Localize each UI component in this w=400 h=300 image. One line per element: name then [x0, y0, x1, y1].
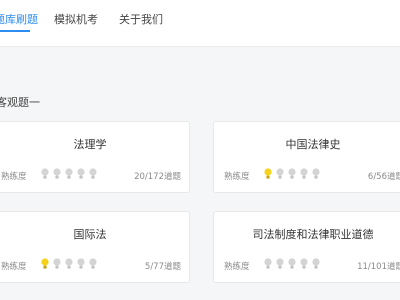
proficiency-label: 熟练度	[1, 262, 27, 272]
question-count: 20/172道题	[134, 172, 181, 182]
lightbulb-icon	[276, 168, 284, 179]
subject-card[interactable]: 司法制度和法律职业道德 熟练度 11/101道题	[213, 211, 400, 283]
question-count: 5/77道题	[144, 262, 181, 272]
card-title: 法理学	[73, 138, 107, 151]
proficiency-label: 熟练度	[224, 262, 250, 272]
lightbulb-icon	[312, 168, 320, 179]
lightbulb-icon	[41, 258, 49, 269]
lightbulb-icon	[288, 258, 296, 269]
subject-card[interactable]: 中国法律史 熟练度 6/56道题	[213, 121, 400, 193]
lightbulb-icon	[288, 168, 296, 179]
proficiency-rating	[41, 168, 97, 180]
active-tab-underline	[0, 30, 30, 32]
proficiency-label: 熟练度	[1, 172, 27, 182]
proficiency-rating	[264, 168, 320, 180]
proficiency-label: 熟练度	[224, 172, 250, 182]
lightbulb-icon	[53, 168, 61, 179]
lightbulb-icon	[276, 258, 284, 269]
tab-mock-exam[interactable]: 模拟机考	[54, 11, 98, 27]
tab-question-bank[interactable]: 题库刷题	[0, 11, 38, 27]
lightbulb-icon	[264, 168, 272, 179]
lightbulb-icon	[65, 168, 73, 179]
card-title: 司法制度和法律职业道德	[252, 228, 374, 241]
lightbulb-icon	[89, 168, 97, 179]
lightbulb-icon	[89, 258, 97, 269]
lightbulb-icon	[65, 258, 73, 269]
lightbulb-icon	[312, 258, 320, 269]
lightbulb-icon	[264, 258, 272, 269]
lightbulb-icon	[41, 168, 49, 179]
lightbulb-icon	[77, 168, 85, 179]
card-title: 国际法	[73, 228, 107, 241]
lightbulb-icon	[300, 168, 308, 179]
subject-card[interactable]: 国际法 熟练度 5/77道题	[0, 211, 190, 283]
question-count: 6/56道题	[367, 172, 400, 182]
lightbulb-icon	[53, 258, 61, 269]
proficiency-rating	[41, 258, 97, 270]
tab-about-us[interactable]: 关于我们	[119, 11, 163, 27]
top-nav: 题库刷题 模拟机考 关于我们	[0, 0, 400, 47]
card-title: 中国法律史	[285, 138, 341, 151]
lightbulb-icon	[300, 258, 308, 269]
proficiency-rating	[264, 258, 320, 270]
section-title: 客观题一	[0, 96, 40, 109]
subject-card[interactable]: 法理学 熟练度 20/172道题	[0, 121, 190, 193]
question-count: 11/101道题	[357, 262, 400, 272]
lightbulb-icon	[77, 258, 85, 269]
